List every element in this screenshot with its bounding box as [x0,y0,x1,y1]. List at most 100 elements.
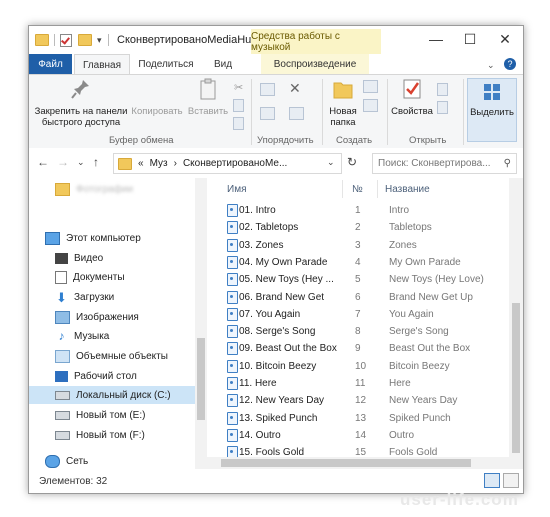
table-row[interactable]: 11. Here 11 Here [227,375,509,392]
nav-item-network[interactable]: Сеть [45,452,88,470]
track-title: You Again [389,308,434,320]
minimize-button[interactable]: — [419,26,453,52]
file-name: 12. New Years Day [239,395,325,407]
properties-quick-icon[interactable] [60,33,72,47]
nav-item-pictures[interactable]: Изображения [55,308,139,326]
customize-qat-icon[interactable]: ▾ [97,35,102,46]
track-number: 8 [355,326,361,338]
rename-icon[interactable] [289,107,304,120]
nav-item-blurred[interactable]: Фотографии [55,180,133,198]
address-dropdown-icon[interactable]: ⌄ [327,157,335,168]
new-item-icon[interactable] [363,80,378,93]
copy-to-icon[interactable] [260,107,275,120]
column-header-number[interactable]: № [352,180,363,198]
folder-icon [35,34,49,46]
select-button[interactable]: Выделить [467,78,517,142]
properties-button[interactable]: Свойства [391,78,433,117]
breadcrumb-current[interactable]: СконвертированоМе... [183,158,287,169]
drive-icon [55,430,70,440]
paste-button[interactable]: Вставить [185,78,231,117]
group-divider [251,79,252,145]
nav-scroll-thumb[interactable] [197,338,205,420]
list-vertical-thumb[interactable] [512,303,520,453]
cut-icon[interactable]: ✂ [234,81,243,94]
table-row[interactable]: 09. Beast Out the Box 9 Beast Out the Box [227,340,509,357]
copy-icon [129,78,185,103]
column-divider[interactable] [377,180,378,198]
large-icons-view-icon[interactable] [503,473,519,488]
pin-quick-access-button[interactable]: Закрепить на панели быстрого доступа [33,78,129,128]
list-horizontal-thumb[interactable] [221,459,471,467]
table-row[interactable]: 12. New Years Day 12 New Years Day [227,392,509,409]
easy-access-icon[interactable] [363,99,378,112]
recent-chevron-icon[interactable]: ⌄ [77,157,85,168]
delete-icon[interactable]: ✕ [289,80,301,97]
table-row[interactable]: 03. Zones 3 Zones [227,237,509,254]
track-number: 14 [355,429,367,441]
close-button[interactable]: ✕ [488,26,522,52]
nav-item-desktop[interactable]: Рабочий стол [55,367,137,385]
search-icon[interactable]: ⚲ [504,158,511,169]
nav-item-downloads[interactable]: ⬇ Загрузки [55,288,114,306]
ribbon-expand-icon[interactable]: ⌄ [487,60,495,71]
file-name: 04. My Own Parade [239,256,328,268]
nav-label: Изображения [76,311,139,323]
tab-file[interactable]: Файл [29,54,72,74]
open-icon[interactable] [437,83,448,96]
breadcrumb-overflow[interactable]: « [138,158,144,169]
new-folder-button[interactable]: Новая папка [325,78,361,128]
edit-icon[interactable] [437,101,448,114]
tab-share[interactable]: Поделиться [135,54,197,74]
cube-icon [55,349,70,363]
forward-arrow-icon[interactable]: → [57,155,69,169]
column-header-name[interactable]: Имя [227,180,246,198]
search-input[interactable]: Поиск: Сконвертирова... ⚲ [372,153,517,174]
details-view-icon[interactable] [484,473,500,488]
up-arrow-icon[interactable]: ↑ [93,155,99,169]
nav-item-volume-e[interactable]: Новый том (E:) [55,406,145,424]
nav-item-local-disk-c[interactable]: Локальный диск (C:) [29,386,195,404]
table-row[interactable]: 04. My Own Parade 4 My Own Parade [227,254,509,271]
file-name: 08. Serge's Song [239,326,316,338]
copy-button[interactable]: Копировать [129,78,185,117]
tab-home[interactable]: Главная [74,54,130,76]
nav-item-documents[interactable]: Документы [55,268,125,286]
breadcrumb-music[interactable]: Муз [150,158,168,169]
table-row[interactable]: 05. New Toys (Hey ... 5 New Toys (Hey Love… [227,271,509,288]
table-row[interactable]: 01. Intro 1 Intro [227,202,509,219]
back-arrow-icon[interactable]: ← [37,155,49,169]
nav-item-3d-objects[interactable]: Объемные объекты [55,347,168,365]
nav-item-music[interactable]: ♪ Музыка [55,327,110,345]
table-row[interactable]: 07. You Again 7 You Again [227,306,509,323]
nav-item-volume-f[interactable]: Новый том (F:) [55,426,145,444]
table-row[interactable]: 13. Spiked Punch 13 Spiked Punch [227,410,509,427]
table-row[interactable]: 14. Outro 14 Outro [227,427,509,444]
tab-playback[interactable]: Воспроизведение [261,54,369,74]
table-row[interactable]: 10. Bitcoin Beezy 10 Bitcoin Beezy [227,358,509,375]
nav-item-video[interactable]: Видео [55,249,103,267]
maximize-button[interactable]: ☐ [453,26,487,52]
column-header-title[interactable]: Название [385,180,430,198]
move-to-icon[interactable] [260,83,275,96]
paste-shortcut-icon[interactable] [233,117,244,130]
breadcrumb[interactable]: « Муз › СконвертированоМе... [113,153,342,174]
table-row[interactable]: 02. Tabletops 2 Tabletops [227,219,509,236]
open-group-label: Открыть [409,135,447,146]
nav-scrollbar[interactable] [195,178,207,469]
nav-label: Видео [74,252,104,264]
table-row[interactable]: 08. Serge's Song 8 Serge's Song [227,323,509,340]
nav-label: Документы [73,271,125,283]
nav-blurred-label: Фотографии [76,183,134,195]
new-folder-quick-icon[interactable] [78,34,92,46]
table-row[interactable]: 06. Brand New Get 6 Brand New Get Up [227,289,509,306]
copy-path-icon[interactable] [233,99,244,112]
help-icon[interactable]: ? [504,58,516,70]
nav-label: Этот компьютер [66,232,141,244]
nav-item-this-pc[interactable]: Этот компьютер [45,229,141,247]
file-name: 13. Spiked Punch [239,412,318,424]
refresh-icon[interactable]: ↻ [347,155,357,169]
column-divider[interactable] [342,180,343,198]
track-number: 2 [355,222,361,234]
pin-label: Закрепить на панели быстрого доступа [34,106,128,128]
tab-view[interactable]: Вид [205,54,241,74]
